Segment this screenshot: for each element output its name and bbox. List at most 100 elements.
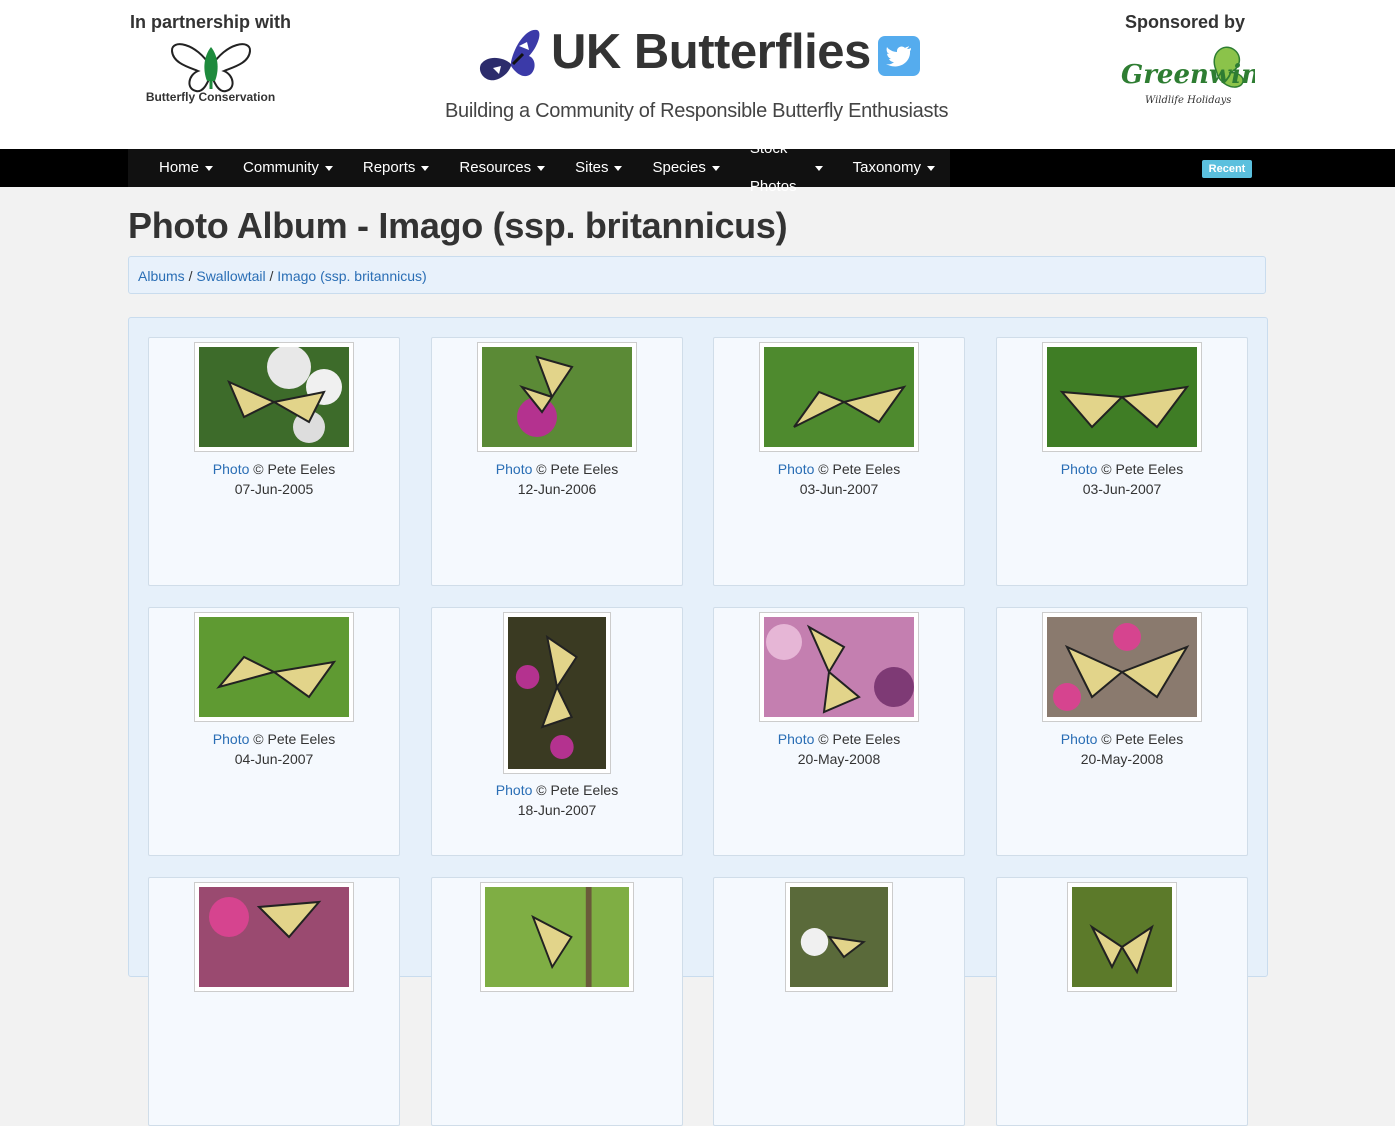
nav-item-species[interactable]: Species [637, 149, 734, 187]
nav-label: Resources [459, 159, 532, 176]
photo-thumbnail[interactable] [477, 342, 637, 452]
photo-thumbnail[interactable] [785, 882, 893, 992]
photo-link[interactable]: Photo [1061, 731, 1098, 747]
photo-card [996, 877, 1248, 1126]
photo-caption: Photo © Pete Eeles 04-Jun-2007 [149, 729, 399, 769]
nav-label: Species [652, 159, 706, 176]
breadcrumb-swallowtail[interactable]: Swallowtail [196, 268, 265, 284]
photo-credit: © Pete Eeles [818, 461, 901, 477]
photo-credit: © Pete Eeles [253, 731, 336, 747]
nav-item-community[interactable]: Community [228, 149, 348, 187]
greenwings-logo-icon: Greenwings Wildlife Holidays [1121, 46, 1255, 106]
partner-block[interactable]: In partnership with Butterfly Conservati… [128, 12, 293, 104]
nav-item-resources[interactable]: Resources [444, 149, 560, 187]
nav-item-home[interactable]: Home [144, 149, 228, 187]
photo-link[interactable]: Photo [778, 461, 815, 477]
photo-credit: © Pete Eeles [1101, 731, 1184, 747]
caret-down-icon [927, 165, 935, 171]
breadcrumb-separator: / [188, 268, 193, 284]
caret-down-icon [421, 165, 430, 171]
photo-date: 20-May-2008 [797, 751, 881, 767]
caret-down-icon [205, 165, 214, 171]
breadcrumb-current[interactable]: Imago (ssp. britannicus) [277, 268, 426, 284]
photo-link[interactable]: Photo [1061, 461, 1098, 477]
nav-item-stock-photos[interactable]: Stock Photos [735, 140, 838, 195]
photo-thumbnail[interactable] [1042, 612, 1202, 722]
photo-link[interactable]: Photo [496, 782, 533, 798]
photo-caption: Photo © Pete Eeles 20-May-2008 [997, 729, 1247, 769]
photo-album-grid: Photo © Pete Eeles 07-Jun-2005 Photo © P… [128, 317, 1268, 1126]
photo-card: Photo © Pete Eeles 20-May-2008 [713, 607, 965, 856]
sponsor-subtitle: Wildlife Holidays [1145, 95, 1231, 106]
site-tagline: Building a Community of Responsible Butt… [445, 100, 949, 122]
photo-card [431, 877, 683, 1126]
nav-label: Taxonomy [852, 159, 921, 176]
nav-item-sites[interactable]: Sites [560, 149, 637, 187]
photo-card: Photo © Pete Eeles 03-Jun-2007 [713, 337, 965, 586]
photo-caption: Photo © Pete Eeles 03-Jun-2007 [997, 459, 1247, 499]
breadcrumb: Albums / Swallowtail / Imago (ssp. brita… [128, 256, 1266, 294]
partner-caption: In partnership with [129, 12, 291, 32]
photo-date: 07-Jun-2005 [234, 481, 314, 497]
photo-thumbnail[interactable] [194, 612, 354, 722]
site-header: In partnership with Butterfly Conservati… [0, 0, 1395, 149]
butterfly-conservation-logo-icon [170, 43, 251, 93]
photo-link[interactable]: Photo [213, 461, 250, 477]
photo-credit: © Pete Eeles [818, 731, 901, 747]
photo-credit: © Pete Eeles [1101, 461, 1184, 477]
nav-bar: Home Community Reports Resources Sites S… [128, 140, 950, 195]
caret-down-icon [814, 165, 823, 171]
photo-date: 18-Jun-2007 [517, 802, 597, 818]
caret-down-icon [324, 165, 333, 171]
site-title: UK Butterflies [551, 25, 871, 79]
photo-card: Photo © Pete Eeles 20-May-2008 [996, 607, 1248, 856]
photo-card [148, 877, 400, 1126]
photo-link[interactable]: Photo [213, 731, 250, 747]
sponsor-caption: Sponsored by [1124, 12, 1245, 32]
photo-thumbnail[interactable] [759, 342, 919, 452]
photo-date: 03-Jun-2007 [799, 481, 879, 497]
page-title: Photo Album - Imago (ssp. britannicus) [128, 205, 788, 246]
photo-date: 12-Jun-2006 [517, 481, 597, 497]
partner-name: Butterfly Conservation [145, 90, 276, 104]
breadcrumb-albums[interactable]: Albums [138, 268, 185, 284]
photo-credit: © Pete Eeles [253, 461, 336, 477]
nav-label: Home [159, 159, 200, 176]
photo-thumbnail[interactable] [1042, 342, 1202, 452]
photo-thumbnail[interactable] [1067, 882, 1177, 992]
photo-card: Photo © Pete Eeles 03-Jun-2007 [996, 337, 1248, 586]
main-nav: Home Community Reports Resources Sites S… [0, 140, 1395, 195]
photo-caption: Photo © Pete Eeles 12-Jun-2006 [432, 459, 682, 499]
sponsor-block[interactable]: Sponsored by Greenwings Wildlife Holiday… [1110, 12, 1260, 111]
twitter-icon[interactable] [878, 36, 920, 76]
photo-thumbnail[interactable] [759, 612, 919, 722]
photo-thumbnail[interactable] [194, 342, 354, 452]
photo-link[interactable]: Photo [778, 731, 815, 747]
photo-thumbnail[interactable] [194, 882, 354, 992]
caret-down-icon [711, 165, 720, 171]
photo-link[interactable]: Photo [496, 461, 533, 477]
nav-item-taxonomy[interactable]: Taxonomy [838, 149, 950, 187]
photo-thumbnail[interactable] [480, 882, 634, 992]
photo-card: Photo © Pete Eeles 07-Jun-2005 [148, 337, 400, 586]
caret-down-icon [537, 165, 546, 171]
photo-caption: Photo © Pete Eeles 18-Jun-2007 [432, 780, 682, 820]
photo-caption: Photo © Pete Eeles 03-Jun-2007 [714, 459, 964, 499]
photo-credit: © Pete Eeles [536, 461, 619, 477]
breadcrumb-separator: / [269, 268, 274, 284]
photo-card [713, 877, 965, 1126]
photo-thumbnail[interactable] [503, 612, 611, 774]
photo-date: 20-May-2008 [1080, 751, 1164, 767]
photo-card: Photo © Pete Eeles 12-Jun-2006 [431, 337, 683, 586]
caret-down-icon [614, 165, 623, 171]
photo-credit: © Pete Eeles [536, 782, 619, 798]
photo-card: Photo © Pete Eeles 04-Jun-2007 [148, 607, 400, 856]
photo-caption: Photo © Pete Eeles 20-May-2008 [714, 729, 964, 769]
photo-date: 04-Jun-2007 [234, 751, 314, 767]
photo-date: 03-Jun-2007 [1082, 481, 1162, 497]
nav-label: Community [243, 159, 319, 176]
recent-button[interactable]: Recent [1202, 160, 1252, 178]
nav-label: Stock Photos [749, 140, 797, 195]
nav-item-reports[interactable]: Reports [348, 149, 445, 187]
sponsor-wordmark: Greenwings [1121, 60, 1255, 90]
